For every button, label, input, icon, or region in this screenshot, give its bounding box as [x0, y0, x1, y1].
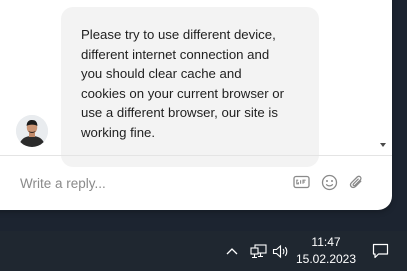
- message-line: working fine.: [81, 124, 156, 140]
- emoji-icon[interactable]: [320, 173, 338, 191]
- clock-date: 15.02.2023: [295, 252, 357, 266]
- message-line: cookies on your current browser or: [81, 85, 285, 101]
- attachment-icon[interactable]: [347, 173, 365, 191]
- taskbar-clock[interactable]: 11:47 15.02.2023: [294, 234, 358, 268]
- message-list[interactable]: Please try to use different device, diff…: [0, 0, 392, 167]
- chat-widget: Please try to use different device, diff…: [0, 0, 392, 210]
- chevron-up-icon[interactable]: [224, 241, 240, 261]
- agent-avatar: [16, 115, 48, 147]
- reply-composer: [0, 156, 392, 210]
- volume-icon[interactable]: [272, 241, 290, 261]
- message-line: different internet connection and: [81, 46, 270, 62]
- clock-time: 11:47: [311, 235, 341, 249]
- network-icon[interactable]: [249, 241, 267, 261]
- message-line: use a different browser, our site is: [81, 105, 278, 121]
- scrollbar[interactable]: [374, 0, 386, 155]
- notification-icon[interactable]: [371, 241, 389, 261]
- agent-message-bubble: Please try to use different device, diff…: [61, 7, 319, 167]
- message-line: Please try to use different device,: [81, 27, 276, 42]
- gif-icon[interactable]: [292, 173, 310, 191]
- scroll-down-arrow-icon[interactable]: [380, 143, 386, 147]
- windows-taskbar: 11:47 15.02.2023: [0, 231, 407, 271]
- avatar-image: [16, 115, 48, 147]
- reply-input[interactable]: [20, 172, 260, 194]
- message-line: you should clear cache and: [81, 66, 242, 82]
